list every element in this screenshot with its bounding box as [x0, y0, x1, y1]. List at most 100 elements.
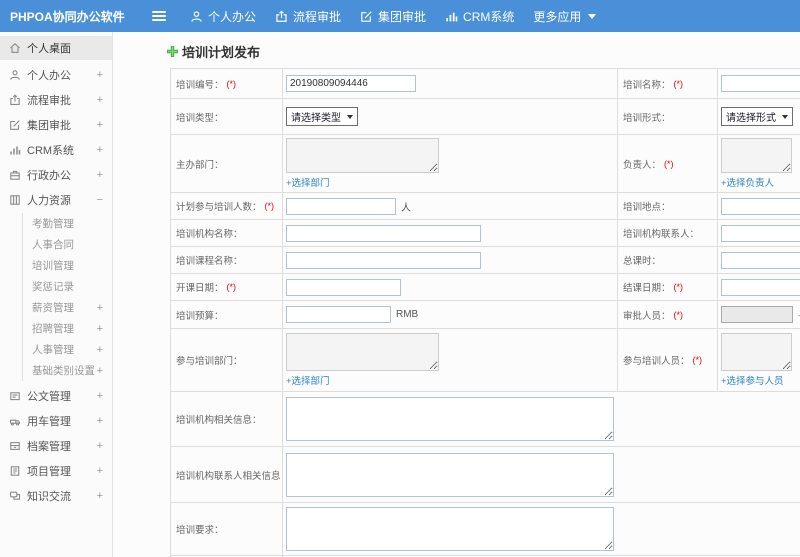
- edit-square-icon: [360, 10, 373, 23]
- expand-plus-icon[interactable]: +: [97, 119, 103, 131]
- field-label: 计划参与培训人数：: [176, 202, 262, 213]
- field-label: 开课日期：: [176, 283, 224, 294]
- sidebar-item-personal-office[interactable]: 个人办公 +: [0, 62, 112, 87]
- form-row: 培训要求：: [171, 503, 800, 556]
- required-mark: (*): [664, 158, 674, 169]
- expand-plus-icon[interactable]: +: [97, 94, 103, 106]
- participant-count-input[interactable]: [286, 197, 396, 215]
- sidebar-item-flow-approval[interactable]: 流程审批 +: [0, 87, 112, 112]
- sidebar-subitem-base-category[interactable]: 基础类别设置 +: [23, 360, 112, 381]
- expand-plus-icon[interactable]: +: [97, 344, 103, 356]
- field-label: 培训名称：: [623, 79, 671, 91]
- sidebar-sublabel: 人事管理: [32, 344, 74, 356]
- sidebar-item-group-approval[interactable]: 集团审批 +: [0, 112, 112, 137]
- participant-departments-textarea[interactable]: [286, 333, 439, 371]
- topnav-crm[interactable]: CRM系统: [445, 8, 514, 25]
- sidebar-sublabel: 考勤管理: [32, 218, 74, 230]
- bar-chart-icon: [445, 10, 458, 23]
- training-type-select[interactable]: 请选择类型: [286, 107, 358, 126]
- sidebar-item-hr[interactable]: 人力资源 −: [0, 187, 112, 212]
- sidebar-label: 个人桌面: [27, 43, 71, 55]
- select-value: 请选择形式: [726, 113, 776, 124]
- sidebar-item-documents[interactable]: 公文管理 +: [0, 383, 112, 408]
- expand-plus-icon[interactable]: +: [97, 440, 103, 452]
- participants-textarea[interactable]: [721, 333, 792, 371]
- sidebar-subitem-rewards[interactable]: 奖惩记录: [23, 276, 112, 297]
- expand-plus-icon[interactable]: +: [97, 415, 103, 427]
- field-label: 培训机构相关信息：: [176, 415, 262, 426]
- sidebar-subitem-attendance[interactable]: 考勤管理: [23, 213, 112, 234]
- collapse-minus-icon[interactable]: −: [97, 194, 103, 206]
- sidebar-item-projects[interactable]: 项目管理 +: [0, 458, 112, 483]
- expand-plus-icon[interactable]: +: [97, 169, 103, 181]
- budget-input[interactable]: [286, 306, 391, 323]
- training-number-input[interactable]: [286, 75, 416, 92]
- sidebar-subitem-personnel[interactable]: 人事管理 +: [23, 339, 112, 360]
- notebook-icon: [9, 465, 21, 477]
- page-title-bar: 培训计划发布: [166, 42, 800, 61]
- topnav-label: 流程审批: [293, 9, 342, 24]
- select-participants-link[interactable]: +选择参与人员: [721, 373, 784, 387]
- sidebar-item-admin-office[interactable]: 行政办公 +: [0, 162, 112, 187]
- training-location-input[interactable]: [721, 197, 800, 215]
- responsible-person-textarea[interactable]: [721, 138, 792, 173]
- field-label: 总课时：: [623, 256, 662, 267]
- car-icon: [9, 415, 21, 427]
- sidebar-subitem-recruit[interactable]: 招聘管理 +: [23, 318, 112, 339]
- expand-plus-icon[interactable]: +: [97, 323, 103, 335]
- sidebar-sublabel: 人事合同: [32, 239, 74, 251]
- sidebar-item-knowledge[interactable]: 知识交流 +: [0, 483, 112, 508]
- form-row: 培训机构联系人相关信息：: [171, 447, 800, 503]
- institution-contact-info-textarea[interactable]: [286, 452, 614, 497]
- topnav-group-approval[interactable]: 集团审批: [360, 8, 426, 25]
- expand-plus-icon[interactable]: +: [97, 490, 103, 502]
- topnav-personal-office[interactable]: 个人办公: [190, 8, 256, 25]
- unit-suffix: 人: [401, 202, 411, 214]
- sidebar-item-archives[interactable]: 档案管理 +: [0, 433, 112, 458]
- topnav-more-apps[interactable]: 更多应用: [533, 8, 597, 25]
- training-form-select[interactable]: 请选择形式: [721, 107, 793, 126]
- sidebar-item-vehicles[interactable]: 用车管理 +: [0, 408, 112, 433]
- expand-plus-icon[interactable]: +: [97, 69, 103, 81]
- sidebar-label: 用车管理: [27, 415, 71, 428]
- course-name-input[interactable]: [286, 251, 481, 269]
- sidebar-item-crm[interactable]: CRM系统 +: [0, 137, 112, 162]
- institution-contact-input[interactable]: [721, 224, 800, 242]
- topnav-flow-approval[interactable]: 流程审批: [275, 8, 341, 25]
- hamburger-menu-icon[interactable]: [152, 9, 166, 23]
- end-date-input[interactable]: [721, 278, 800, 296]
- top-nav: 个人办公 流程审批 集团审批 CRM系统 更多应用: [190, 8, 615, 25]
- expand-plus-icon[interactable]: +: [97, 390, 103, 402]
- institution-info-textarea[interactable]: [286, 397, 614, 441]
- sidebar-label: CRM系统: [27, 144, 75, 157]
- institution-name-input[interactable]: [286, 224, 481, 242]
- expand-plus-icon[interactable]: +: [97, 302, 103, 314]
- plus-icon: [166, 45, 179, 58]
- currency-suffix: RMB: [396, 309, 419, 320]
- person-icon: [190, 10, 203, 23]
- form-row: 培训课程名称： 总课时：: [171, 247, 800, 274]
- expand-plus-icon[interactable]: +: [97, 365, 103, 377]
- bookshelf-icon: [9, 194, 21, 206]
- sidebar-subitem-salary[interactable]: 薪资管理 +: [23, 297, 112, 318]
- training-name-input[interactable]: [721, 75, 800, 92]
- host-department-textarea[interactable]: [286, 138, 439, 173]
- sidebar-label: 流程审批: [27, 94, 71, 107]
- form-row: 培训机构相关信息：: [171, 392, 800, 447]
- topbar: PHPOA协同办公软件 个人办公 流程审批 集团审批 CRM系统 更多应用: [0, 0, 800, 32]
- select-department-link[interactable]: +选择部门: [286, 175, 330, 189]
- sidebar-subitem-hr-contract[interactable]: 人事合同: [23, 234, 112, 255]
- total-hours-input[interactable]: [721, 251, 800, 269]
- form-row: 培训预算： RMB 审批人员：(*) +选择审批人员: [171, 301, 800, 329]
- sidebar-subitem-training[interactable]: 培训管理: [23, 255, 112, 276]
- sidebar-label: 集团审批: [27, 119, 71, 132]
- select-department-link[interactable]: +选择部门: [286, 373, 330, 387]
- caret-down-icon: [347, 114, 353, 119]
- field-label: 审批人员：: [623, 310, 671, 322]
- expand-plus-icon[interactable]: +: [97, 144, 103, 156]
- training-requirements-textarea[interactable]: [286, 507, 614, 551]
- expand-plus-icon[interactable]: +: [97, 465, 103, 477]
- select-responsible-link[interactable]: +选择负责人: [721, 175, 774, 189]
- start-date-input[interactable]: [286, 278, 401, 296]
- sidebar-item-desktop[interactable]: 个人桌面: [0, 36, 112, 60]
